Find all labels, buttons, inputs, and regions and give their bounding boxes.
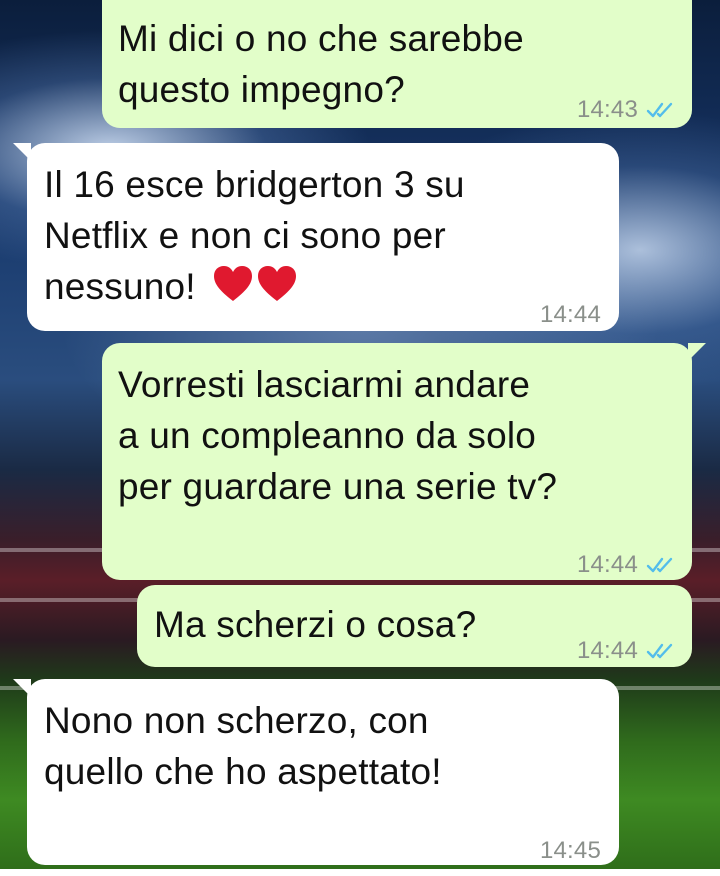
message-timestamp: 14:44	[576, 551, 638, 578]
message-text: Nono non scherzo, con quello che ho aspe…	[44, 700, 442, 792]
message-timestamp: 14:44	[576, 637, 638, 664]
message-text-content: Il 16 esce bridgerton 3 su Netflix e non…	[44, 164, 465, 307]
red-heart-icon	[258, 266, 297, 301]
message-text: Il 16 esce bridgerton 3 su Netflix e non…	[44, 159, 465, 312]
read-double-check-icon	[646, 643, 673, 658]
read-double-check-icon	[646, 102, 673, 117]
message-meta: 14:45	[540, 825, 601, 876]
outgoing-message-bubble[interactable]: Ma scherzi o cosa? 14:44	[137, 585, 692, 667]
message-meta: 14:44	[540, 289, 601, 340]
incoming-message-bubble[interactable]: Nono non scherzo, con quello che ho aspe…	[13, 679, 619, 865]
red-heart-icon	[214, 266, 253, 301]
message-timestamp: 14:44	[539, 301, 601, 328]
message-text: Ma scherzi o cosa?	[154, 604, 477, 645]
message-timestamp: 14:43	[576, 96, 638, 123]
message-meta: 14:44	[577, 625, 678, 676]
message-text: Vorresti lasciarmi andare a un compleann…	[118, 364, 558, 507]
incoming-message-bubble[interactable]: Il 16 esce bridgerton 3 su Netflix e non…	[13, 143, 619, 331]
message-timestamp: 14:45	[539, 837, 601, 864]
read-double-check-icon	[646, 557, 673, 572]
message-meta: 14:43	[577, 84, 678, 135]
outgoing-message-bubble[interactable]: Mi dici o no che sarebbe questo impegno?…	[102, 0, 692, 128]
outgoing-message-bubble[interactable]: Vorresti lasciarmi andare a un compleann…	[102, 343, 706, 580]
message-text: Mi dici o no che sarebbe questo impegno?	[118, 18, 524, 110]
message-meta: 14:44	[577, 539, 678, 590]
